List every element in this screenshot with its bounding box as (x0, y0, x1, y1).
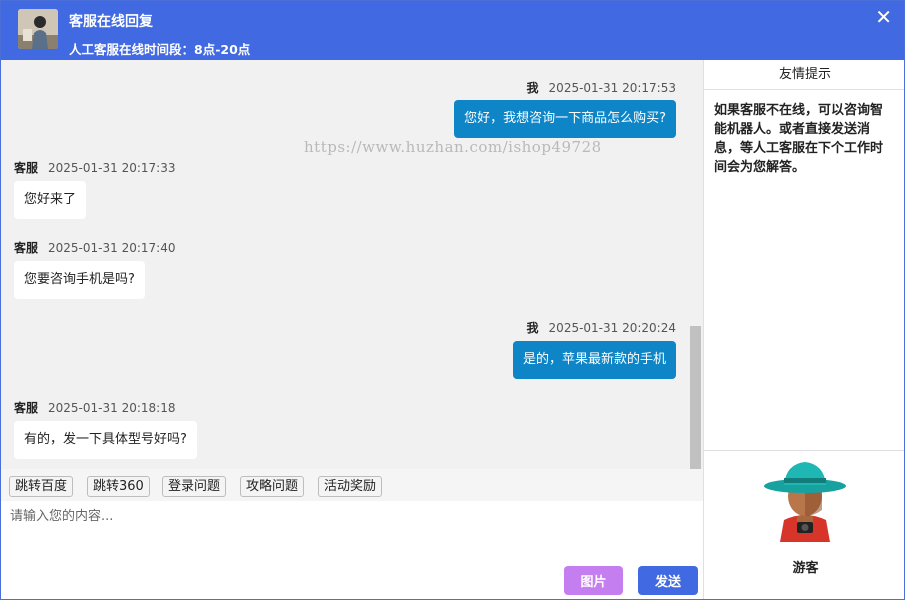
service-hours: 人工客服在线时间段：8点-20点 (69, 42, 251, 57)
message-input[interactable] (1, 501, 703, 560)
message-sender: 我 (526, 321, 539, 335)
message-list[interactable]: https://www.huzhan.com/ishop49728 我 2025-… (1, 60, 703, 469)
message-bubble-mine: 是的，苹果最新款的手机 (512, 341, 676, 379)
quick-reply-button[interactable]: 跳转百度 (9, 476, 74, 497)
message-bubble-agent: 您好来了 (14, 181, 87, 219)
quick-reply-button[interactable]: 攻略问题 (240, 476, 305, 497)
quick-reply-button[interactable]: 登录问题 (162, 476, 227, 497)
message-time: 2025-01-31 20:17:33 (48, 161, 176, 175)
chat-window: 客服在线回复 人工客服在线时间段：8点-20点 ✕ https://www.hu… (0, 0, 905, 600)
message-meta: 我 2025-01-31 20:20:24 (527, 319, 676, 336)
side-panel: 友情提示 如果客服不在线，可以咨询智能机器人。或者直接发送消息，等人工客服在下个… (703, 60, 904, 599)
message-time: 2025-01-31 20:17:53 (548, 81, 676, 95)
message-time: 2025-01-31 20:20:24 (548, 321, 676, 335)
quick-reply-button[interactable]: 活动奖励 (318, 476, 383, 497)
message-sender: 客服 (14, 241, 39, 255)
message-bubble-agent: 有的，发一下具体型号好吗? (14, 421, 197, 459)
visitor-avatar (764, 458, 846, 542)
close-icon[interactable]: ✕ (875, 5, 892, 29)
message-bubble-mine: 您好，我想咨询一下商品怎么购买? (454, 100, 676, 138)
quick-reply-button[interactable]: 跳转360 (87, 476, 150, 497)
side-panel-title: 友情提示 (704, 60, 904, 90)
quick-reply-bar: 跳转百度 跳转360 登录问题 攻略问题 活动奖励 (1, 469, 703, 501)
message-sender: 我 (526, 81, 539, 95)
message-sender: 客服 (14, 161, 39, 175)
chat-title: 客服在线回复 (69, 14, 153, 30)
divider (704, 450, 904, 451)
image-button[interactable]: 图片 (564, 566, 623, 595)
watermark: https://www.huzhan.com/ishop49728 (304, 138, 602, 156)
chat-header: 客服在线回复 人工客服在线时间段：8点-20点 ✕ (1, 1, 904, 60)
message-bubble-agent: 您要咨询手机是吗? (14, 261, 145, 299)
message-meta: 客服 2025-01-31 20:17:40 (14, 239, 175, 256)
agent-avatar (18, 9, 58, 49)
message-meta: 我 2025-01-31 20:17:53 (527, 79, 676, 96)
message-sender: 客服 (14, 401, 39, 415)
message-meta: 客服 2025-01-31 20:18:18 (14, 399, 175, 416)
side-panel-tip: 如果客服不在线，可以咨询智能机器人。或者直接发送消息，等人工客服在下个工作时间会… (714, 103, 884, 175)
scrollbar-thumb[interactable] (690, 326, 701, 469)
message-meta: 客服 2025-01-31 20:17:33 (14, 159, 175, 176)
visitor-name: 游客 (792, 561, 819, 576)
message-time: 2025-01-31 20:17:40 (48, 241, 176, 255)
message-time: 2025-01-31 20:18:18 (48, 401, 176, 415)
send-button[interactable]: 发送 (638, 566, 698, 595)
